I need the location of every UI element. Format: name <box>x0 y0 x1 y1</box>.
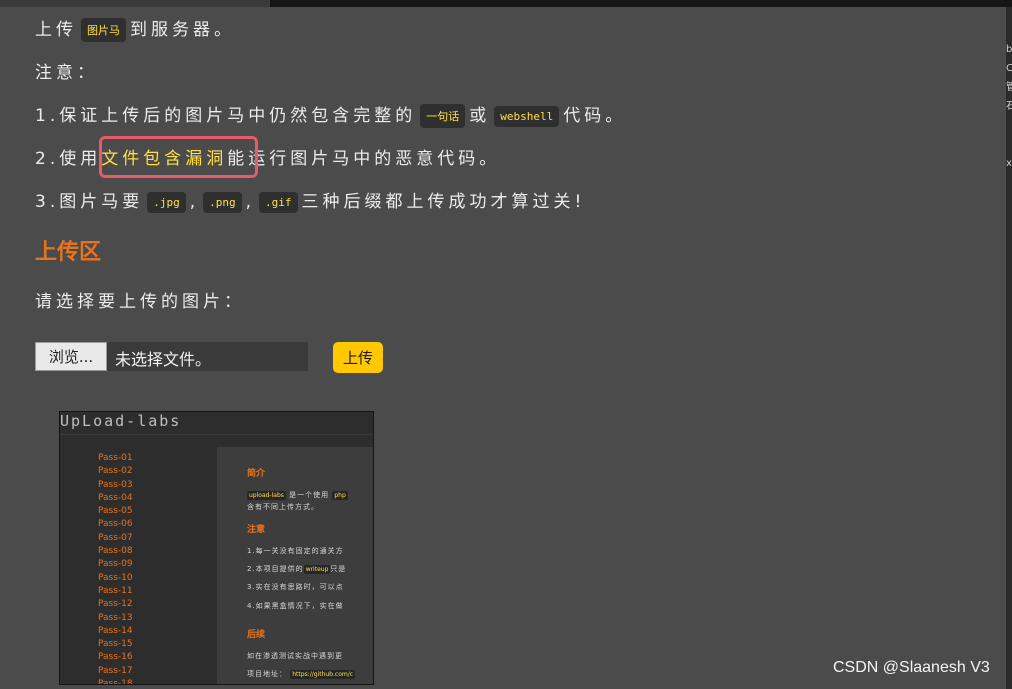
preview-nav-item: Pass-09 <box>98 559 133 570</box>
browse-button[interactable]: 浏览... <box>35 342 107 371</box>
preview-nav-item: Pass-18 <box>98 679 133 685</box>
preview-nav-item: Pass-16 <box>98 652 133 663</box>
code-tag-jpg: .jpg <box>147 191 186 213</box>
file-status-text: 未选择文件。 <box>115 350 212 369</box>
file-input[interactable]: 浏览... 未选择文件。 <box>35 342 308 371</box>
preview-note-1: 1.每一关没有固定的通关方 <box>247 547 344 555</box>
preview-after-text: 如在渗透测试实战中遇到更 <box>247 652 343 660</box>
code-tag-image-horse: 图片马 <box>81 18 126 42</box>
preview-main-panel: 简介 upload-labs 是一个使用 php 含有不同上传方式。 注意 1.… <box>217 447 373 684</box>
browser-top-bar <box>270 0 1012 7</box>
preview-nav-item: Pass-17 <box>98 665 133 676</box>
preview-intro-line: upload-labs 是一个使用 php <box>247 491 348 500</box>
preview-nav-item: Pass-07 <box>98 532 133 543</box>
preview-nav-item: Pass-15 <box>98 639 133 650</box>
code-tag-one-liner: 一句话 <box>420 104 466 128</box>
preview-nav-item: Pass-11 <box>98 585 133 596</box>
highlight-annotation-box <box>99 136 258 178</box>
preview-notes-title: 注意 <box>247 525 266 535</box>
code-tag-gif: .gif <box>259 191 298 213</box>
csdn-watermark: CSDN @Slaanesh V3 <box>833 659 990 676</box>
preview-nav-item: Pass-08 <box>98 546 133 557</box>
notice-item-1: 1.保证上传后的图片马中仍然包含完整的 一句话或 webshell 代码。 <box>35 104 627 128</box>
upload-button[interactable]: 上传 <box>333 342 383 373</box>
preview-nav-item: Pass-12 <box>98 599 133 610</box>
upload-prompt: 请选择要上传的图片： <box>35 292 245 312</box>
code-tag-png: .png <box>203 191 242 213</box>
preview-screenshot: UpLoad-labs Pass-01 Pass-02 Pass-03 Pass-04… <box>59 411 374 685</box>
preview-header-logo: UpLoad-labs <box>60 412 182 430</box>
upload-instruction-line: 上传 图片马 到服务器。 <box>35 18 235 42</box>
preview-nav-list: Pass-01 Pass-02 Pass-03 Pass-04 Pass-05 Pass-… <box>98 452 133 685</box>
upload-section-title: 上传区 <box>35 240 102 265</box>
preview-intro-line-2: 含有不同上传方式。 <box>247 503 319 511</box>
preview-note-3: 3.实在没有思路时，可以点 <box>247 583 344 591</box>
preview-nav-item: Pass-13 <box>98 612 133 623</box>
preview-nav-item: Pass-01 <box>98 453 133 463</box>
preview-nav-item: Pass-04 <box>98 492 133 503</box>
preview-nav-item: Pass-05 <box>98 506 133 517</box>
preview-nav-item: Pass-02 <box>98 466 133 477</box>
preview-nav-item: Pass-03 <box>98 479 133 490</box>
notice-label: 注意： <box>35 63 98 83</box>
browser-top-strip <box>0 0 270 7</box>
preview-after-title: 后续 <box>247 630 266 640</box>
preview-nav-item: Pass-10 <box>98 572 133 583</box>
code-tag-webshell: webshell <box>494 105 560 127</box>
preview-intro-title: 简介 <box>247 469 266 479</box>
preview-nav-item: Pass-06 <box>98 519 133 530</box>
preview-note-4: 4.如果黑盒情况下，实在做 <box>247 602 344 610</box>
right-edge-cutoff-text: bC管石x <box>1006 44 1012 169</box>
preview-project-line: 项目地址： https://github.com/c <box>247 670 356 679</box>
preview-nav-item: Pass-14 <box>98 625 133 636</box>
notice-item-3: 3.图片马要 .jpg, .png, .gif 三种后缀都上传成功才算过关! <box>35 191 586 213</box>
preview-divider <box>60 434 373 435</box>
preview-note-2: 2.本项目提供的 writeup 只是 <box>247 565 347 574</box>
